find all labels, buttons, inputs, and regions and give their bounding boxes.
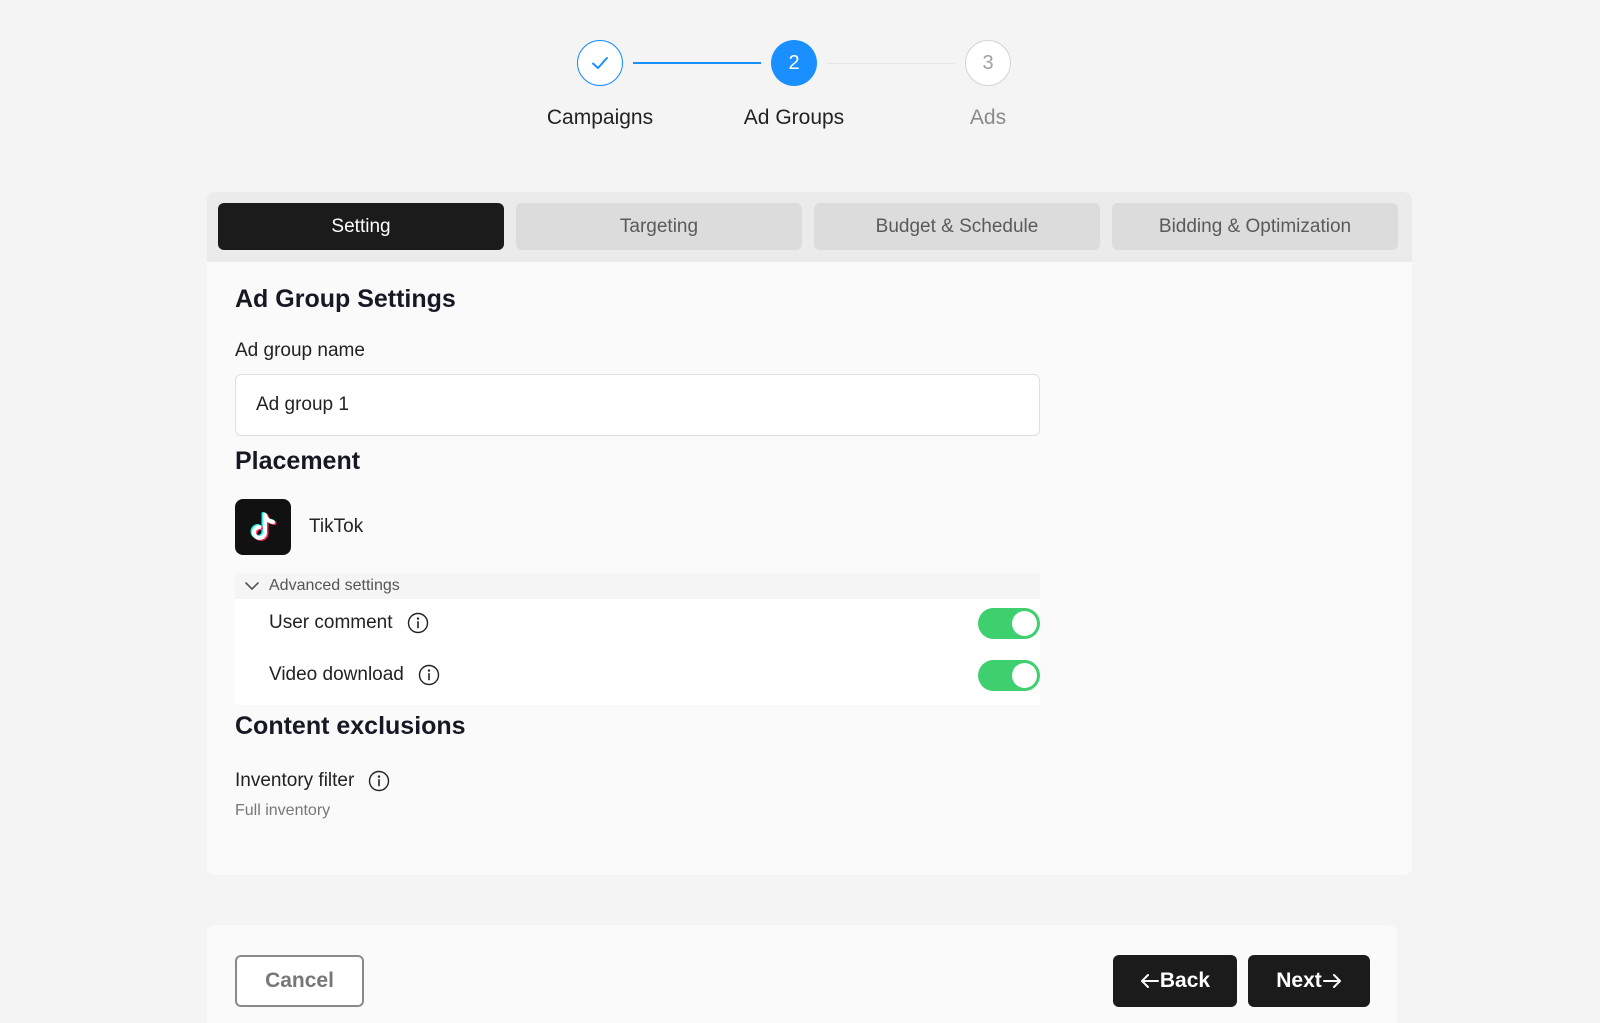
check-icon <box>592 57 608 69</box>
user-comment-toggle[interactable] <box>978 607 1040 639</box>
step-label-ads: Ads <box>969 106 1007 129</box>
step-label-campaigns: Campaigns <box>546 106 654 129</box>
advanced-settings-panel: User comment Video download <box>235 599 1040 705</box>
advanced-settings-label: Advanced settings <box>269 577 400 594</box>
ad-group-name-input[interactable] <box>235 374 1040 436</box>
info-icon[interactable] <box>418 664 440 686</box>
inventory-filter-value: Full inventory <box>235 802 331 819</box>
placement-name: TikTok <box>309 516 364 537</box>
inventory-filter-row: Inventory filter <box>235 770 390 792</box>
advanced-settings-toggle[interactable]: Advanced settings <box>235 573 1040 599</box>
step-connector-2 <box>827 63 955 64</box>
cancel-button[interactable]: Cancel <box>235 955 364 1007</box>
placement-title: Placement <box>235 447 361 475</box>
info-icon[interactable] <box>407 612 429 634</box>
chevron-down-icon <box>235 581 269 591</box>
step-connector-1 <box>633 62 761 64</box>
tiktok-logo-icon <box>235 499 291 555</box>
settings-tab-bar: Setting Targeting Budget & Schedule Bidd… <box>207 192 1412 262</box>
video-download-label: Video download <box>269 664 404 685</box>
step-ads-circle: 3 <box>965 40 1011 86</box>
user-comment-label: User comment <box>269 612 393 633</box>
footer-bar: Cancel Back Next <box>207 925 1397 1023</box>
step-ad-groups-circle: 2 <box>771 40 817 86</box>
video-download-row: Video download <box>235 655 1040 695</box>
tab-bidding-optimization[interactable]: Bidding & Optimization <box>1112 203 1398 250</box>
tab-targeting[interactable]: Targeting <box>516 203 802 250</box>
arrow-right-icon <box>1322 974 1341 988</box>
back-button[interactable]: Back <box>1113 955 1237 1007</box>
tab-setting[interactable]: Setting <box>218 203 504 250</box>
inventory-filter-label: Inventory filter <box>235 770 355 791</box>
user-comment-row: User comment <box>235 603 1040 643</box>
tab-budget-schedule[interactable]: Budget & Schedule <box>814 203 1100 250</box>
step-label-ad-groups: Ad Groups <box>743 106 845 129</box>
content-exclusions-title: Content exclusions <box>235 712 466 740</box>
arrow-left-icon <box>1140 974 1159 988</box>
video-download-toggle[interactable] <box>978 659 1040 691</box>
ad-group-settings-title: Ad Group Settings <box>235 285 456 313</box>
progress-stepper: 2 3 Campaigns Ad Groups Ads <box>0 40 1600 140</box>
step-campaigns-check-circle <box>577 40 623 86</box>
info-icon[interactable] <box>368 770 390 792</box>
ad-group-form-card: Setting Targeting Budget & Schedule Bidd… <box>207 192 1412 875</box>
placement-tiktok: TikTok <box>235 499 363 555</box>
back-button-label: Back <box>1159 969 1211 992</box>
ad-group-name-label: Ad group name <box>235 340 365 361</box>
next-button-label: Next <box>1276 969 1322 992</box>
next-button[interactable]: Next <box>1248 955 1370 1007</box>
cancel-button-label: Cancel <box>265 969 334 992</box>
